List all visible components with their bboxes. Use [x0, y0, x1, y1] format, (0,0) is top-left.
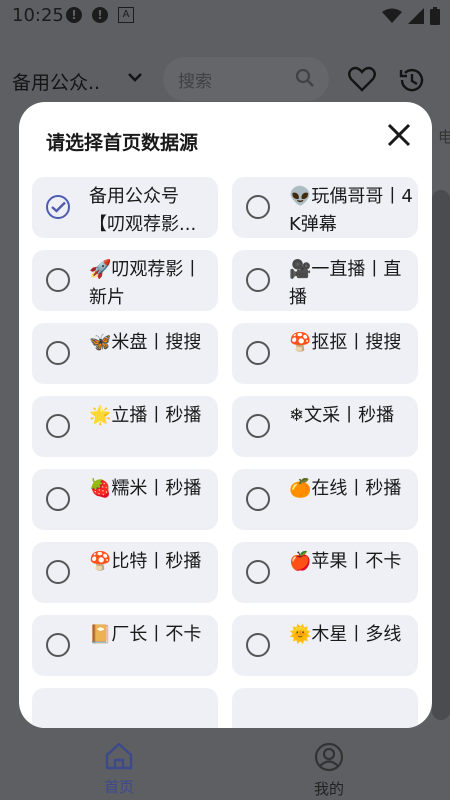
- source-option-label: 🌟立播丨秒播: [89, 405, 202, 426]
- chevron-down-icon[interactable]: [126, 68, 144, 86]
- source-option-label: 🍊在线丨秒播: [289, 478, 402, 499]
- signal-icon: [408, 8, 424, 24]
- source-option[interactable]: 📔厂长丨不卡: [32, 615, 218, 676]
- source-option-label: 🌞木星丨多线: [289, 624, 402, 645]
- source-option-label: 🍄抠抠丨搜搜: [289, 332, 402, 353]
- source-option[interactable]: 👽玩偶哥哥丨4K弹幕: [232, 177, 418, 238]
- close-icon[interactable]: [383, 119, 415, 151]
- system-icons: [382, 7, 440, 25]
- radio-icon[interactable]: [46, 414, 70, 438]
- bottom-nav: 首页 我的: [0, 728, 450, 800]
- source-option[interactable]: 🌞木星丨多线: [232, 615, 418, 676]
- radio-icon[interactable]: [246, 487, 270, 511]
- battery-icon: [430, 7, 440, 25]
- source-option[interactable]: 🚀叨观荐影丨新片: [32, 250, 218, 311]
- source-option[interactable]: 🍎苹果丨不卡: [232, 542, 418, 603]
- source-option[interactable]: 🦋米盘丨搜搜: [32, 323, 218, 384]
- source-option-label: 🍎苹果丨不卡: [289, 551, 402, 572]
- side-tab-label[interactable]: 电: [438, 126, 450, 147]
- radio-icon[interactable]: [46, 633, 70, 657]
- status-time: 10:25: [12, 5, 64, 26]
- alert-icon: !: [66, 7, 82, 23]
- dialog-title: 请选择首页数据源: [46, 132, 199, 154]
- search-input[interactable]: 搜索: [163, 57, 329, 101]
- history-icon[interactable]: [398, 66, 426, 94]
- source-option-label: 🍄比特丨秒播: [89, 551, 202, 572]
- source-option[interactable]: 🍄抠抠丨搜搜: [232, 323, 418, 384]
- source-option-label: ❄文采丨秒播: [289, 405, 395, 426]
- source-option[interactable]: [232, 688, 418, 728]
- source-option[interactable]: 🍓糯米丨秒播: [32, 469, 218, 530]
- wifi-icon: [382, 8, 402, 23]
- source-option[interactable]: 🌟立播丨秒播: [32, 396, 218, 457]
- radio-icon[interactable]: [246, 414, 270, 438]
- data-source-dialog: 请选择首页数据源 备用公众号【叨观荐影... 👽玩偶哥哥丨4K弹幕 🚀叨观荐影丨…: [19, 102, 432, 728]
- radio-icon[interactable]: [246, 195, 270, 219]
- source-option[interactable]: [32, 688, 218, 728]
- radio-icon[interactable]: [46, 268, 70, 292]
- user-icon: [314, 742, 344, 772]
- nav-home-label: 首页: [103, 778, 134, 796]
- source-option[interactable]: 🎥一直播丨直播: [232, 250, 418, 311]
- search-placeholder: 搜索: [178, 72, 212, 92]
- nav-mine-label: 我的: [313, 780, 344, 798]
- radio-icon[interactable]: [46, 341, 70, 365]
- radio-icon[interactable]: [246, 633, 270, 657]
- status-bar: 10:25 ! ! A: [0, 0, 450, 32]
- source-option-label: 🦋米盘丨搜搜: [89, 332, 202, 353]
- home-icon: [105, 742, 133, 770]
- radio-checked-icon[interactable]: [46, 195, 70, 219]
- radio-icon[interactable]: [46, 560, 70, 584]
- nav-mine[interactable]: 我的: [299, 742, 359, 799]
- a-notification-icon: A: [118, 7, 134, 23]
- radio-icon[interactable]: [246, 341, 270, 365]
- radio-icon[interactable]: [46, 487, 70, 511]
- search-icon: [295, 68, 314, 87]
- nav-home[interactable]: 首页: [89, 742, 149, 797]
- heart-icon[interactable]: [348, 66, 376, 92]
- background-card: [432, 190, 450, 720]
- source-option[interactable]: ❄文采丨秒播: [232, 396, 418, 457]
- notification-icons: ! ! A: [66, 7, 134, 23]
- source-option-label: 📔厂长丨不卡: [89, 624, 202, 645]
- source-option-label: 👽玩偶哥哥丨4K弹幕: [289, 186, 413, 235]
- source-option-label: 🍓糯米丨秒播: [89, 478, 202, 499]
- source-option-label: 🚀叨观荐影丨新片: [89, 259, 202, 308]
- alert-icon: !: [92, 7, 108, 23]
- radio-icon[interactable]: [246, 560, 270, 584]
- radio-icon[interactable]: [246, 268, 270, 292]
- source-selector-label[interactable]: 备用公众..: [12, 68, 100, 95]
- source-option[interactable]: 🍄比特丨秒播: [32, 542, 218, 603]
- source-option-label: 🎥一直播丨直播: [289, 259, 402, 308]
- source-option[interactable]: 备用公众号【叨观荐影...: [32, 177, 218, 238]
- source-option-label: 备用公众号【叨观荐影...: [89, 186, 197, 235]
- source-option[interactable]: 🍊在线丨秒播: [232, 469, 418, 530]
